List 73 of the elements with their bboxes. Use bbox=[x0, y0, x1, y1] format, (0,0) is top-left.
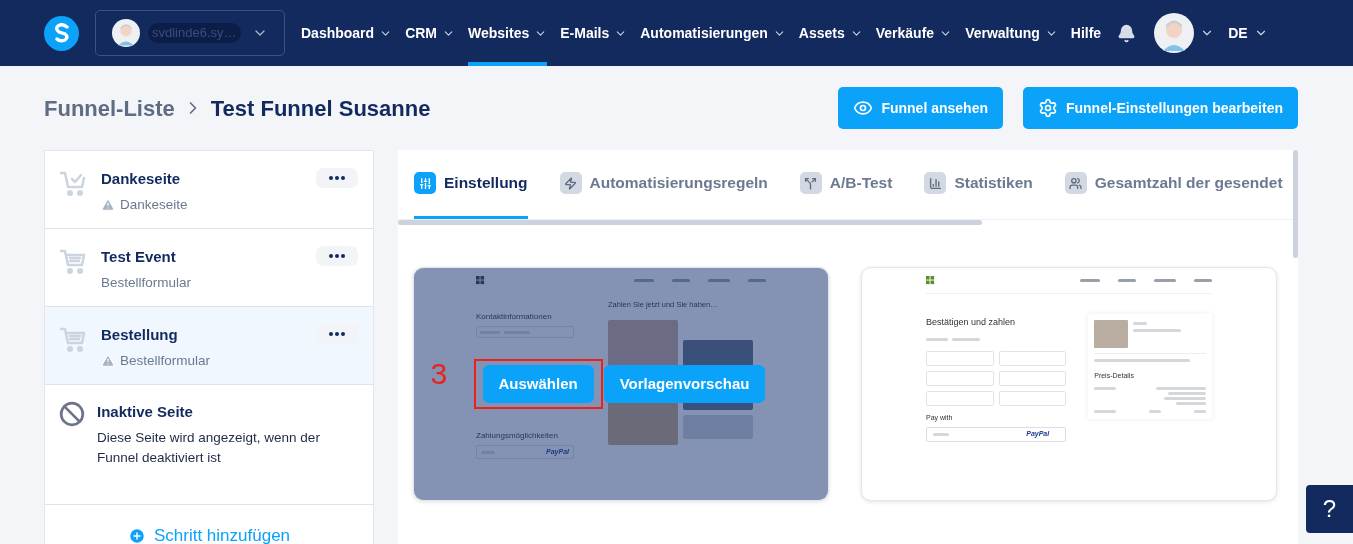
app-logo[interactable] bbox=[44, 15, 79, 51]
text-line bbox=[748, 279, 766, 282]
inactive-page-description: Diese Seite wird angezeigt, wenn der Funnel deaktiviert ist bbox=[97, 428, 321, 467]
horizontal-scrollbar[interactable] bbox=[398, 220, 982, 225]
sliders-icon bbox=[414, 172, 436, 194]
text-line bbox=[634, 279, 654, 282]
bar-chart-icon bbox=[924, 172, 947, 194]
prohibited-icon bbox=[59, 401, 85, 427]
grid-logo-icon bbox=[476, 276, 485, 285]
step-type: Bestellformular bbox=[120, 351, 211, 370]
text-line bbox=[1094, 386, 1117, 390]
ellipsis-icon bbox=[329, 254, 345, 258]
nav-menu-item[interactable]: Automatisierungen bbox=[640, 0, 786, 66]
thumbnail-input-field bbox=[998, 370, 1067, 386]
thumbnail-input-field bbox=[998, 350, 1067, 366]
tab[interactable]: Gesamtzahl der gesendet bbox=[1064, 150, 1283, 219]
step-type: Dankeseite bbox=[120, 195, 188, 214]
thumbnail-input-field bbox=[926, 350, 994, 366]
nav-menu-item[interactable]: E-Mails bbox=[560, 0, 628, 66]
tab[interactable]: Statistiken bbox=[924, 150, 1033, 219]
text-line bbox=[672, 279, 690, 282]
nav-menu-item[interactable]: Websites bbox=[468, 0, 548, 66]
text-line bbox=[1094, 409, 1117, 413]
step-type: Bestellformular bbox=[101, 273, 192, 292]
thumbnail-heading: Bestätigen und zahlen bbox=[926, 316, 1017, 329]
tab[interactable]: Automatisierungsregeln bbox=[559, 150, 768, 219]
eye-icon bbox=[853, 98, 874, 118]
text-line bbox=[1133, 329, 1182, 332]
text-line bbox=[1080, 279, 1100, 282]
annotation-number: 3 bbox=[430, 358, 448, 389]
more-options-button[interactable] bbox=[316, 324, 358, 344]
language-switcher[interactable]: DE bbox=[1228, 22, 1268, 44]
step-title: Bestellung bbox=[101, 325, 179, 345]
text-line bbox=[1194, 279, 1212, 282]
inactive-page-title: Inaktive Seite bbox=[97, 402, 194, 422]
breadcrumb-link[interactable]: Funnel-Liste bbox=[44, 91, 175, 125]
text-line bbox=[708, 279, 730, 282]
tab[interactable]: A/B-Test bbox=[799, 150, 893, 219]
thumbnail-heading: Zahlungsmöglichkeiten bbox=[476, 430, 559, 442]
nav-menu-item[interactable]: Verwaltung bbox=[965, 0, 1058, 66]
people-icon bbox=[1064, 172, 1087, 194]
text-line bbox=[1118, 279, 1136, 282]
nav-menu-item[interactable]: Assets bbox=[798, 0, 863, 66]
step-title: Test Event bbox=[101, 247, 177, 267]
avatar-icon bbox=[112, 19, 140, 47]
more-options-button[interactable] bbox=[316, 246, 358, 266]
nav-menu-item[interactable]: Verkäufe bbox=[875, 0, 953, 66]
lightning-icon bbox=[559, 172, 582, 194]
thumbnail-input-field bbox=[926, 370, 994, 386]
nav-menu-item[interactable]: Dashboard bbox=[301, 0, 393, 66]
ellipsis-icon bbox=[329, 176, 345, 180]
help-button[interactable]: ? bbox=[1306, 485, 1353, 533]
thumbnail-heading: Kontaktinformationen bbox=[476, 311, 553, 323]
thumbnail-input-field bbox=[998, 390, 1067, 406]
text-line bbox=[926, 337, 948, 341]
nav-menu-item[interactable]: CRM bbox=[405, 0, 455, 66]
grid-logo-icon bbox=[926, 276, 935, 285]
avatar-icon bbox=[1154, 13, 1195, 53]
vertical-scrollbar[interactable] bbox=[1293, 150, 1298, 258]
ellipsis-icon bbox=[329, 332, 345, 336]
nav-menu-item[interactable]: Hilfe bbox=[1070, 0, 1102, 66]
step-title: Dankeseite bbox=[101, 169, 182, 189]
funnel-step-item[interactable]: Bestellung Bestellformular bbox=[45, 307, 373, 385]
photo-placeholder bbox=[608, 401, 678, 446]
text-line bbox=[1154, 279, 1176, 282]
page-title: Test Funnel Susanne bbox=[210, 94, 431, 123]
more-options-button[interactable] bbox=[316, 168, 358, 188]
settings-icon bbox=[1037, 98, 1058, 118]
notification-bell-icon[interactable] bbox=[1117, 23, 1137, 43]
letter-s-logo-icon bbox=[53, 23, 70, 43]
thumbnail-input-field bbox=[926, 390, 994, 406]
photo-placeholder bbox=[1094, 320, 1129, 348]
text-line bbox=[952, 337, 980, 341]
